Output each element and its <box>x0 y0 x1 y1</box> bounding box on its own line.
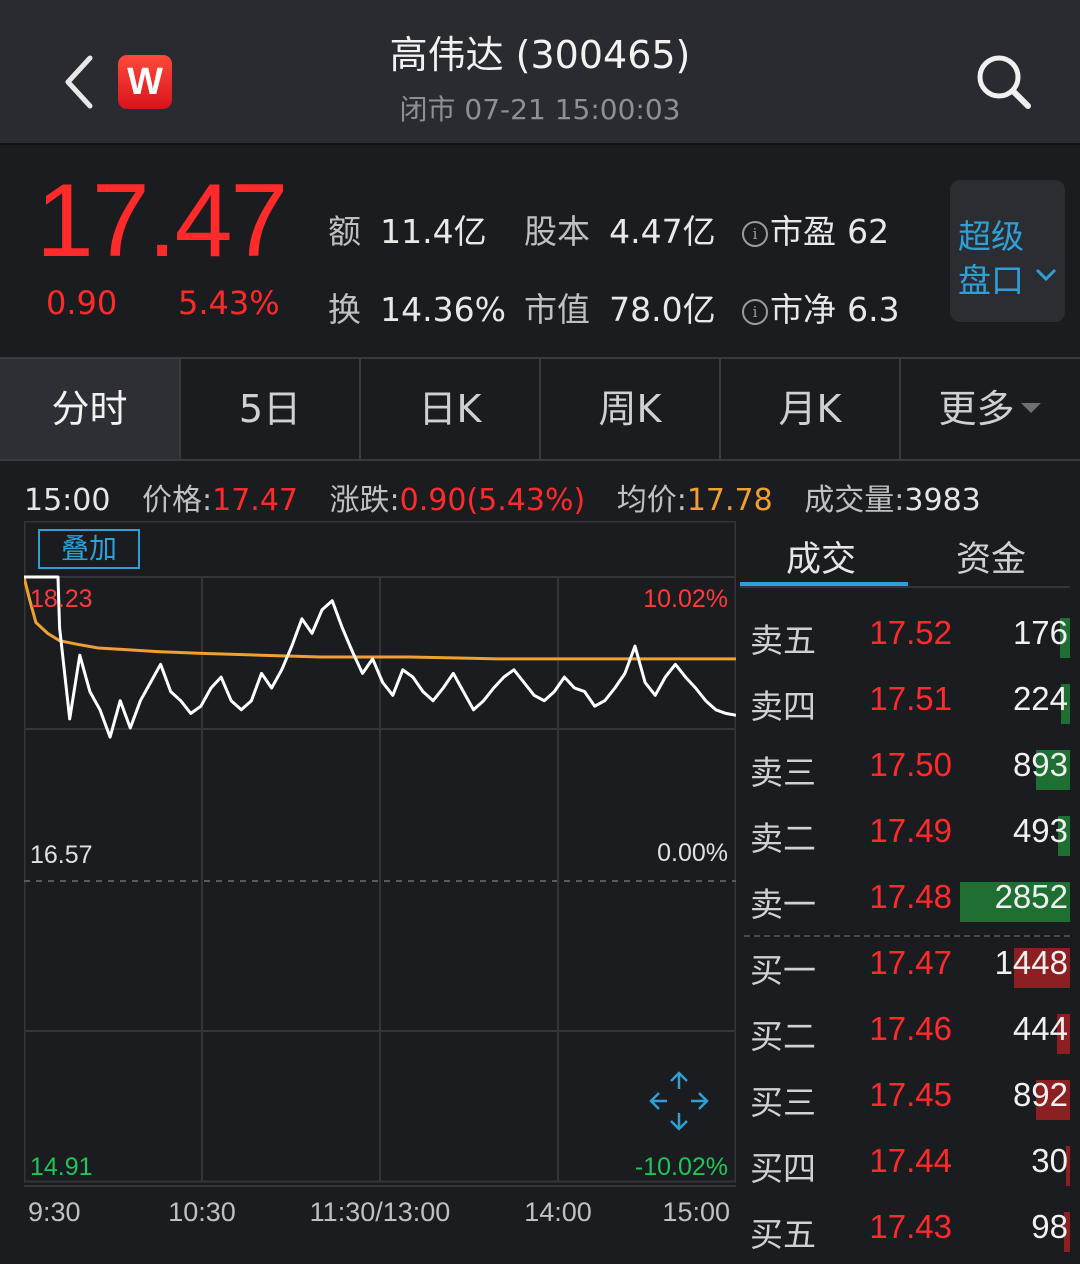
super-orderbook-button[interactable]: 超级 盘口 <box>950 180 1065 322</box>
expand-arrows-icon[interactable] <box>649 1071 709 1131</box>
level-price: 17.46 <box>869 1010 952 1047</box>
ask-row[interactable]: 卖四 17.51 224 <box>738 670 1070 736</box>
level-volume: 2852 <box>994 878 1068 915</box>
stat-pb[interactable]: i 市净 6.3 <box>742 283 900 331</box>
tab-daily-k[interactable]: 日K <box>361 359 541 459</box>
x-tick: 10:30 <box>168 1197 236 1227</box>
level-volume: 1448 <box>994 944 1068 981</box>
tab-5day[interactable]: 5日 <box>181 359 361 459</box>
level-volume: 892 <box>1012 1076 1068 1113</box>
bid-row[interactable]: 买四 17.44 30 <box>738 1132 1070 1198</box>
stat-turnover-rate: 换 14.36% <box>328 290 506 329</box>
period-tabs: 分时 5日 日K 周K 月K 更多 <box>0 357 1080 461</box>
level-label: 卖一 <box>750 885 816 924</box>
level-price: 17.44 <box>869 1142 952 1179</box>
ask-bid-divider <box>744 935 1070 937</box>
y-left-tick: 14.91 <box>30 1153 93 1181</box>
ask-row[interactable]: 卖五 17.52 176 <box>738 604 1070 670</box>
level-price: 17.43 <box>869 1208 952 1245</box>
level-volume: 444 <box>1012 1010 1068 1047</box>
bid-row[interactable]: 买三 17.45 892 <box>738 1066 1070 1132</box>
level-label: 买三 <box>750 1083 816 1122</box>
ask-row[interactable]: 卖一 17.48 2852 <box>738 868 1070 934</box>
price-change: 0.90 <box>46 284 118 322</box>
level-volume: 493 <box>1012 812 1068 849</box>
bid-row[interactable]: 买二 17.46 444 <box>738 1000 1070 1066</box>
level-price: 17.45 <box>869 1076 952 1113</box>
level-volume: 98 <box>1031 1208 1068 1245</box>
level-label: 买二 <box>750 1017 816 1056</box>
level-price: 17.51 <box>869 680 952 717</box>
level-price: 17.52 <box>869 614 952 651</box>
stat-share-capital: 股本 4.47亿 <box>524 212 716 251</box>
stat-turnover-amount: 额 11.4亿 <box>328 212 487 251</box>
level-price: 17.50 <box>869 746 952 783</box>
level-label: 买五 <box>750 1215 816 1254</box>
level-volume: 224 <box>1012 680 1068 717</box>
level-label: 卖二 <box>750 819 816 858</box>
level-volume: 176 <box>1012 614 1068 651</box>
level-price: 17.49 <box>869 812 952 849</box>
bid-row[interactable]: 买一 17.47 1448 <box>738 934 1070 1000</box>
y-left-tick: 16.57 <box>30 841 93 869</box>
last-price: 17.47 <box>36 163 288 279</box>
level-volume: 30 <box>1031 1142 1068 1179</box>
level-label: 卖五 <box>750 621 816 660</box>
level-price: 17.47 <box>869 944 952 981</box>
tab-capital-flow[interactable]: 资金 <box>956 531 1026 582</box>
level-label: 卖四 <box>750 687 816 726</box>
y-left-tick: 18.23 <box>30 585 93 613</box>
bid-row[interactable]: 买五 17.43 98 <box>738 1198 1070 1264</box>
y-right-tick: 0.00% <box>657 839 728 867</box>
search-icon[interactable] <box>972 50 1036 114</box>
x-tick: 15:00 <box>662 1197 730 1227</box>
tab-more[interactable]: 更多 <box>901 359 1080 459</box>
info-icon[interactable]: i <box>742 221 768 247</box>
chart-grid <box>24 521 736 1187</box>
y-right-tick: -10.02% <box>635 1153 728 1181</box>
market-status: 闭市 07-21 15:00:03 <box>399 93 681 126</box>
dropdown-triangle-icon <box>1020 403 1041 413</box>
level-volume: 893 <box>1012 746 1068 783</box>
level-label: 买一 <box>750 951 816 990</box>
ask-row[interactable]: 卖三 17.50 893 <box>738 736 1070 802</box>
tab-trades[interactable]: 成交 <box>786 531 856 582</box>
tab-monthly-k[interactable]: 月K <box>721 359 901 459</box>
stat-market-cap: 市值 78.0亿 <box>524 290 716 329</box>
x-tick: 11:30/13:00 <box>310 1197 451 1227</box>
stat-pe[interactable]: i 市盈 62 <box>742 205 889 253</box>
stock-title: 高伟达 (300465) <box>389 33 691 77</box>
x-tick: 14:00 <box>524 1197 592 1227</box>
overlay-button[interactable]: 叠加 <box>38 529 140 569</box>
divider <box>740 586 1070 588</box>
level-price: 17.48 <box>869 878 952 915</box>
crosshair-info-row: 15:00 价格:17.47 涨跌:0.90(5.43%) 均价:17.78 成… <box>24 483 981 518</box>
tab-weekly-k[interactable]: 周K <box>541 359 721 459</box>
level-label: 买四 <box>750 1149 816 1188</box>
level-label: 卖三 <box>750 753 816 792</box>
price-change-pct: 5.43% <box>178 284 280 322</box>
info-icon[interactable]: i <box>742 299 768 325</box>
ask-row[interactable]: 卖二 17.49 493 <box>738 802 1070 868</box>
y-right-tick: 10.02% <box>643 585 728 613</box>
chevron-down-icon <box>1035 268 1057 282</box>
tab-intraday[interactable]: 分时 <box>0 359 181 459</box>
x-tick: 9:30 <box>28 1197 81 1227</box>
orderbook-tabs: 成交 资金 <box>738 521 1080 587</box>
intraday-chart[interactable]: 18.23 16.57 14.91 10.02% 0.00% -10.02% 9… <box>24 521 736 1230</box>
